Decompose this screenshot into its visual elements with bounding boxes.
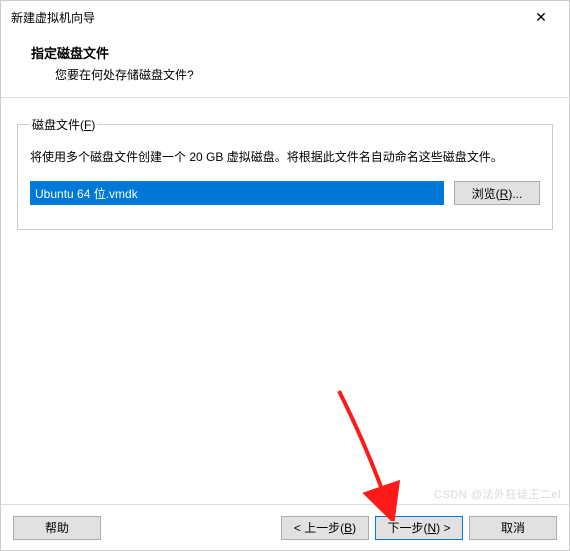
page-subtitle: 您要在何处存储磁盘文件? [55,66,539,83]
disk-file-group: 磁盘文件(F) 将使用多个磁盘文件创建一个 20 GB 虚拟磁盘。将根据此文件名… [17,116,553,230]
group-legend: 磁盘文件(F) [30,116,97,133]
browse-button[interactable]: 浏览(R)... [454,181,540,205]
cancel-button[interactable]: 取消 [469,516,557,540]
close-button[interactable]: ✕ [521,3,561,31]
disk-path-input[interactable] [30,181,444,205]
wizard-footer: 帮助 < 上一步(B) 下一步(N) > 取消 [1,504,569,550]
group-description: 将使用多个磁盘文件创建一个 20 GB 虚拟磁盘。将根据此文件名自动命名这些磁盘… [30,147,540,167]
page-title: 指定磁盘文件 [31,43,539,62]
watermark: CSDN @法外狂徒王二el [434,486,561,502]
titlebar: 新建虚拟机向导 ✕ [1,1,569,33]
wizard-header: 指定磁盘文件 您要在何处存储磁盘文件? [1,33,569,98]
path-row: 浏览(R)... [30,181,540,205]
wizard-window: 新建虚拟机向导 ✕ 指定磁盘文件 您要在何处存储磁盘文件? 磁盘文件(F) 将使… [0,0,570,551]
wizard-content: 磁盘文件(F) 将使用多个磁盘文件创建一个 20 GB 虚拟磁盘。将根据此文件名… [1,98,569,504]
back-button[interactable]: < 上一步(B) [281,516,369,540]
window-title: 新建虚拟机向导 [11,9,521,26]
help-button[interactable]: 帮助 [13,516,101,540]
next-button[interactable]: 下一步(N) > [375,516,463,540]
close-icon: ✕ [535,9,547,26]
